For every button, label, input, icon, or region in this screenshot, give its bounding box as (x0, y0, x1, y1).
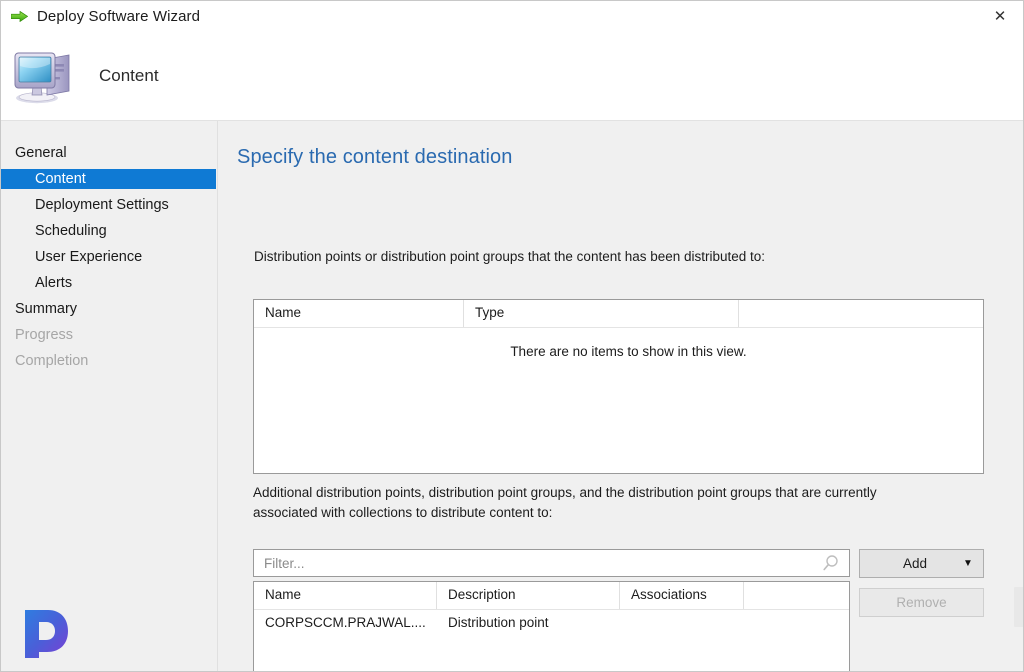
sidebar-divider (217, 121, 218, 671)
filter-box[interactable] (253, 549, 850, 577)
green-arrow-icon (11, 8, 29, 24)
additional-list[interactable]: Name Description Associations CORPSCCM.P… (253, 581, 850, 671)
column-header-associations[interactable]: Associations (620, 582, 744, 609)
window-title: Deploy Software Wizard (37, 7, 201, 25)
filter-input[interactable] (262, 550, 821, 576)
sidebar-item-content[interactable]: Content (1, 169, 216, 189)
add-button-label: Add (902, 556, 928, 571)
sidebar-item-alerts[interactable]: Alerts (1, 273, 216, 293)
close-icon[interactable]: ✕ (977, 1, 1023, 31)
search-icon[interactable] (821, 553, 845, 573)
column-header-name[interactable]: Name (254, 300, 464, 327)
vertical-scrollbar[interactable] (1014, 587, 1023, 627)
sidebar-item-summary[interactable]: Summary (1, 299, 216, 319)
column-header-filler (744, 582, 849, 609)
deploy-software-wizard-window: Deploy Software Wizard ✕ Content General… (0, 0, 1024, 672)
title-bar: Deploy Software Wizard ✕ (1, 1, 1023, 31)
chevron-down-icon[interactable]: ▼ (953, 558, 983, 569)
distributed-list[interactable]: Name Type There are no items to show in … (253, 299, 984, 474)
distributed-to-label: Distribution points or distribution poin… (254, 249, 766, 264)
sidebar-item-user-experience[interactable]: User Experience (1, 247, 216, 267)
sidebar-item-general[interactable]: General (1, 143, 216, 163)
column-header-name[interactable]: Name (254, 582, 437, 609)
remove-button-label: Remove (896, 595, 947, 610)
remove-button: Remove (859, 588, 984, 617)
additional-list-header: Name Description Associations (254, 582, 849, 610)
add-button[interactable]: Add ▼ (859, 549, 984, 578)
wizard-header: Content (1, 31, 1023, 121)
sidebar-item-scheduling[interactable]: Scheduling (1, 221, 216, 241)
sidebar-item-deployment-settings[interactable]: Deployment Settings (1, 195, 216, 215)
sidebar-item-completion: Completion (15, 353, 89, 369)
wizard-sidebar: General Content Deployment Settings Sche… (1, 121, 216, 671)
distributed-list-empty-message: There are no items to show in this view. (510, 344, 747, 359)
content-title: Specify the content destination (237, 146, 513, 168)
table-row[interactable]: CORPSCCM.PRAJWAL.... Distribution point (254, 610, 849, 634)
additional-distribution-label: Additional distribution points, distribu… (253, 485, 877, 520)
computer-icon (13, 47, 77, 105)
page-heading: Content (99, 66, 159, 85)
cell-description: Distribution point (448, 614, 549, 630)
sidebar-item-progress: Progress (15, 327, 74, 343)
cell-name: CORPSCCM.PRAJWAL.... (265, 614, 426, 630)
column-header-type[interactable]: Type (464, 300, 739, 327)
content-pane: Specify the content destination Distribu… (219, 121, 1023, 671)
distributed-list-header: Name Type (254, 300, 983, 328)
brand-logo (15, 605, 73, 663)
column-header-description[interactable]: Description (437, 582, 620, 609)
column-header-filler (739, 300, 983, 327)
